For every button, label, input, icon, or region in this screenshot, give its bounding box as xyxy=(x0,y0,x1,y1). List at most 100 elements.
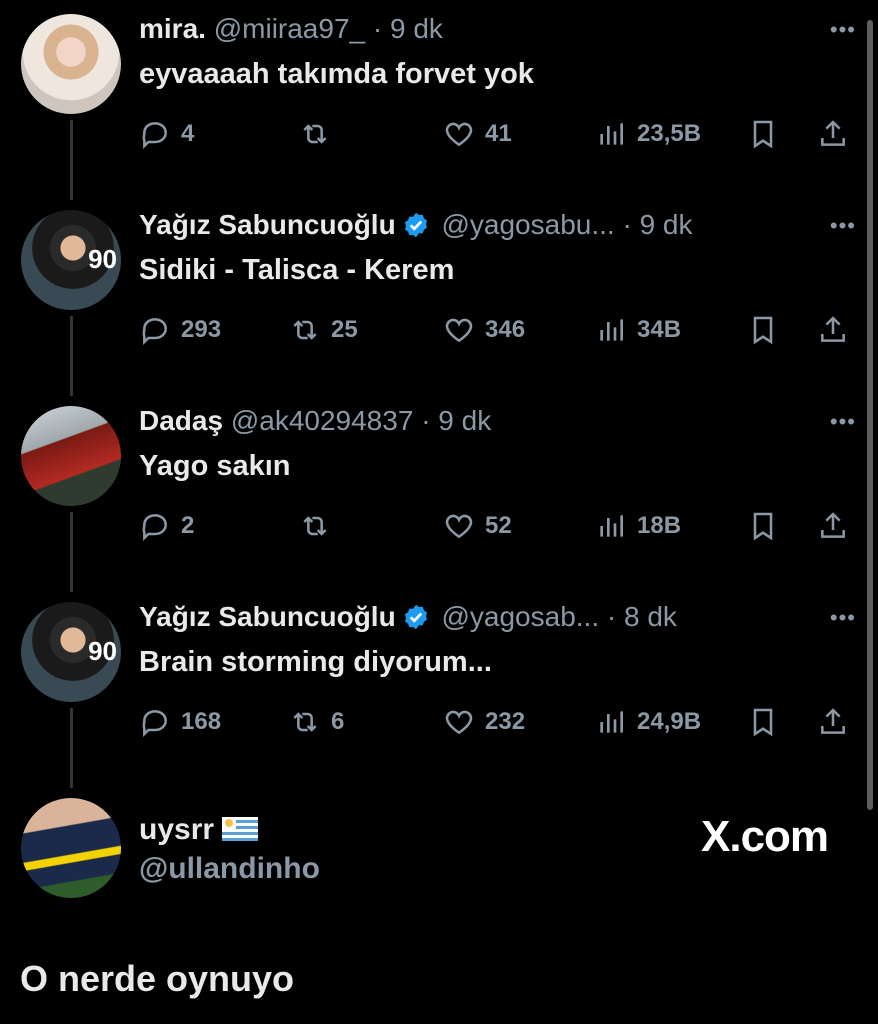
author-handle[interactable]: @miiraa97_ xyxy=(214,13,365,44)
like-button[interactable]: 232 xyxy=(443,702,525,742)
reply-tweet[interactable]: 90 Yağız Sabuncuoğlu @yagosabu... · 9 dk… xyxy=(0,196,878,392)
reply-icon xyxy=(142,122,167,150)
tweet-text: Brain storming diyorum... xyxy=(139,646,492,678)
share-icon xyxy=(821,316,845,342)
tweet-text: Yago sakın xyxy=(139,450,291,482)
views-count: 34B xyxy=(637,316,682,343)
author-name[interactable]: Yağız Sabuncuoğlu xyxy=(139,209,396,240)
separator-dot: · xyxy=(372,13,383,44)
original-author-name[interactable]: uysrr xyxy=(139,813,259,847)
bookmark-icon xyxy=(753,316,773,345)
more-options-button[interactable]: ••• xyxy=(830,215,856,237)
reply-tweet[interactable]: 90 Yağız Sabuncuoğlu @yagosab... · 8 dk … xyxy=(0,588,878,784)
bookmark-button[interactable] xyxy=(747,702,779,742)
separator-dot: · xyxy=(606,601,617,632)
avatar-badge: 90 xyxy=(88,244,117,274)
share-icon xyxy=(821,120,845,146)
repost-button[interactable]: 25 xyxy=(289,310,358,350)
share-button[interactable] xyxy=(817,702,849,742)
bookmark-button[interactable] xyxy=(747,506,779,546)
repost-button[interactable]: 6 xyxy=(289,702,344,742)
more-options-button[interactable]: ••• xyxy=(830,411,856,433)
reply-count: 4 xyxy=(181,120,195,147)
original-author-handle[interactable]: @ullandinho xyxy=(139,852,320,886)
heart-icon xyxy=(445,710,473,735)
like-button[interactable]: 52 xyxy=(443,506,512,546)
reply-icon xyxy=(142,318,167,346)
share-button[interactable] xyxy=(817,114,849,154)
tweet-header: Yağız Sabuncuoğlu @yagosabu... · 9 dk xyxy=(139,208,693,242)
uruguay-flag-icon xyxy=(222,817,259,841)
author-handle[interactable]: @yagosab... xyxy=(441,601,599,632)
like-count: 232 xyxy=(485,708,526,735)
tweet-actions: 2 52 18B xyxy=(139,506,859,546)
repost-button[interactable] xyxy=(299,114,341,154)
bookmark-icon xyxy=(753,512,773,541)
timestamp[interactable]: 9 dk xyxy=(438,405,491,436)
views-button[interactable]: 24,9B xyxy=(595,702,701,742)
avatar[interactable]: 90 xyxy=(21,210,121,310)
reply-icon xyxy=(142,710,167,738)
like-button[interactable]: 41 xyxy=(443,114,512,154)
views-count: 18B xyxy=(637,512,682,539)
views-button[interactable]: 18B xyxy=(595,506,681,546)
share-button[interactable] xyxy=(817,310,849,350)
views-button[interactable]: 34B xyxy=(595,310,681,350)
avatar[interactable] xyxy=(21,14,121,114)
tweet-text: eyvaaaah takımda forvet yok xyxy=(139,58,534,90)
reply-button[interactable]: 4 xyxy=(139,114,194,154)
timestamp[interactable]: 9 dk xyxy=(390,13,443,44)
share-icon xyxy=(821,708,845,734)
reply-tweet[interactable]: mira. @miiraa97_ · 9 dk ••• eyvaaaah tak… xyxy=(0,0,878,196)
author-handle[interactable]: @yagosabu... xyxy=(441,209,614,240)
views-count: 24,9B xyxy=(637,708,702,735)
verified-badge-icon xyxy=(404,212,427,238)
author-name[interactable]: Dadaş xyxy=(139,405,223,436)
repost-button[interactable] xyxy=(299,506,341,546)
reply-tweet[interactable]: Dadaş @ak40294837 · 9 dk ••• Yago sakın … xyxy=(0,392,878,588)
tweet-header: Yağız Sabuncuoğlu @yagosab... · 8 dk xyxy=(139,600,677,634)
author-handle[interactable]: @ak40294837 xyxy=(231,405,414,436)
author-name: uysrr xyxy=(139,813,215,846)
avatar-badge: 90 xyxy=(88,636,117,666)
views-chart-icon xyxy=(600,515,623,537)
share-icon xyxy=(821,512,845,538)
views-chart-icon xyxy=(600,319,623,341)
reply-button[interactable]: 293 xyxy=(139,310,221,350)
timestamp[interactable]: 8 dk xyxy=(624,601,677,632)
avatar[interactable] xyxy=(21,406,121,506)
avatar[interactable]: 90 xyxy=(21,602,121,702)
tweet-header: mira. @miiraa97_ · 9 dk xyxy=(139,12,443,46)
author-name[interactable]: Yağız Sabuncuoğlu xyxy=(139,601,396,632)
repost-icon xyxy=(303,124,327,144)
bookmark-button[interactable] xyxy=(747,310,779,350)
separator-dot: · xyxy=(622,209,632,240)
reply-count: 2 xyxy=(181,512,195,539)
share-button[interactable] xyxy=(817,506,849,546)
tweet-text: Sidiki - Talisca - Kerem xyxy=(139,254,455,286)
repost-icon xyxy=(293,712,317,732)
avatar[interactable] xyxy=(21,798,121,898)
heart-icon xyxy=(445,514,473,539)
reply-button[interactable]: 2 xyxy=(139,506,194,546)
bookmark-icon xyxy=(753,708,773,737)
like-count: 41 xyxy=(485,120,512,147)
timestamp[interactable]: 9 dk xyxy=(640,209,693,240)
like-count: 52 xyxy=(485,512,512,539)
reply-button[interactable]: 168 xyxy=(139,702,221,742)
tweet-header: Dadaş @ak40294837 · 9 dk xyxy=(139,404,491,438)
views-button[interactable]: 23,5B xyxy=(595,114,701,154)
more-options-button[interactable]: ••• xyxy=(830,607,856,629)
separator-dot: · xyxy=(421,405,431,436)
like-count: 346 xyxy=(485,316,526,343)
tweet-actions: 4 41 23,5B xyxy=(139,114,859,154)
bookmark-button[interactable] xyxy=(747,114,779,154)
like-button[interactable]: 346 xyxy=(443,310,525,350)
more-options-button[interactable]: ••• xyxy=(830,19,856,41)
scrollbar[interactable] xyxy=(867,20,873,810)
reply-count: 168 xyxy=(181,708,222,735)
bookmark-icon xyxy=(753,120,773,149)
repost-icon xyxy=(293,320,317,340)
repost-icon xyxy=(303,516,327,536)
author-name[interactable]: mira. xyxy=(139,13,206,44)
